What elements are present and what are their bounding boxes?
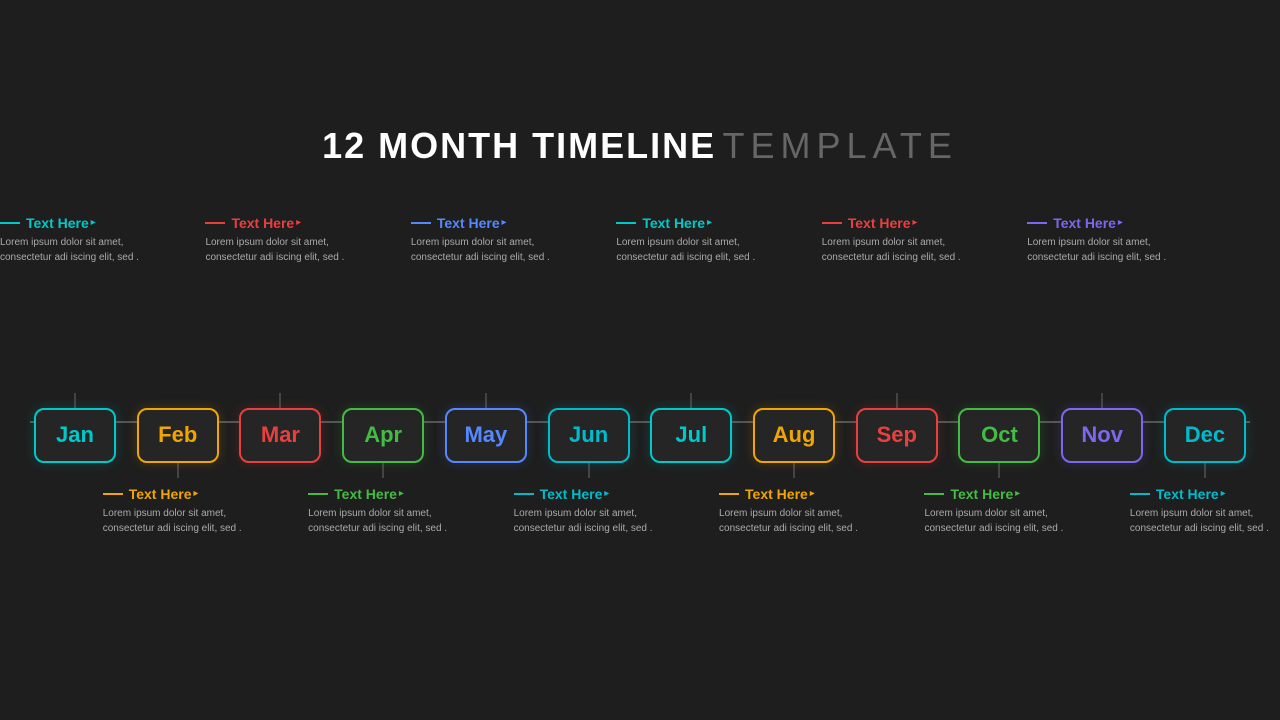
month-box-may: May (445, 408, 527, 463)
text-body-aug: Lorem ipsum dolor sit amet, consectetur … (719, 506, 869, 536)
page-title: 12 MONTH TIMELINE TEMPLATE (322, 125, 958, 167)
bottom-text-oct: Text Here Lorem ipsum dolor sit amet, co… (924, 486, 1074, 596)
bottom-text-feb: Text Here Lorem ipsum dolor sit amet, co… (103, 486, 253, 596)
text-body-apr: Lorem ipsum dolor sit amet, consectetur … (308, 506, 458, 536)
title-bold: 12 MONTH TIMELINE (322, 125, 716, 166)
months-row: Text Here Lorem ipsum dolor sit amet, co… (30, 215, 1250, 596)
text-body-mar: Lorem ipsum dolor sit amet, consectetur … (205, 235, 355, 265)
connector-mar (279, 393, 281, 408)
text-body-jul: Lorem ipsum dolor sit amet, consectetur … (616, 235, 766, 265)
top-text-jan: Text Here Lorem ipsum dolor sit amet, co… (0, 215, 150, 385)
text-body-jan: Lorem ipsum dolor sit amet, consectetur … (0, 235, 150, 265)
text-label-may: Text Here (411, 215, 561, 231)
text-label-sep: Text Here (822, 215, 972, 231)
text-body-oct: Lorem ipsum dolor sit amet, consectetur … (924, 506, 1074, 536)
text-body-nov: Lorem ipsum dolor sit amet, consectetur … (1027, 235, 1177, 265)
top-text-may: Text Here Lorem ipsum dolor sit amet, co… (411, 215, 561, 385)
bottom-text-aug: Text Here Lorem ipsum dolor sit amet, co… (719, 486, 869, 596)
text-label-jan: Text Here (0, 215, 150, 231)
month-box-nov: Nov (1061, 408, 1143, 463)
bottom-text-dec: Text Here Lorem ipsum dolor sit amet, co… (1130, 486, 1280, 596)
text-body-jun: Lorem ipsum dolor sit amet, consectetur … (514, 506, 664, 536)
text-label-jun: Text Here (514, 486, 664, 502)
text-label-nov: Text Here (1027, 215, 1177, 231)
text-label-jul: Text Here (616, 215, 766, 231)
text-label-oct: Text Here (924, 486, 1074, 502)
text-body-feb: Lorem ipsum dolor sit amet, consectetur … (103, 506, 253, 536)
top-text-sep: Text Here Lorem ipsum dolor sit amet, co… (822, 215, 972, 385)
connector-jun (588, 463, 590, 478)
connector-may (485, 393, 487, 408)
month-box-oct: Oct (958, 408, 1040, 463)
bottom-text-apr: Text Here Lorem ipsum dolor sit amet, co… (308, 486, 458, 596)
connector-nov (1101, 393, 1103, 408)
title-light: TEMPLATE (723, 125, 958, 166)
text-body-sep: Lorem ipsum dolor sit amet, consectetur … (822, 235, 972, 265)
text-label-aug: Text Here (719, 486, 869, 502)
top-text-jul: Text Here Lorem ipsum dolor sit amet, co… (616, 215, 766, 385)
connector-jan (74, 393, 76, 408)
month-box-feb: Feb (137, 408, 219, 463)
top-text-mar: Text Here Lorem ipsum dolor sit amet, co… (205, 215, 355, 385)
text-label-apr: Text Here (308, 486, 458, 502)
month-box-mar: Mar (239, 408, 321, 463)
month-box-jun: Jun (548, 408, 630, 463)
connector-jul (690, 393, 692, 408)
top-text-nov: Text Here Lorem ipsum dolor sit amet, co… (1027, 215, 1177, 385)
text-body-dec: Lorem ipsum dolor sit amet, consectetur … (1130, 506, 1280, 536)
connector-dec (1204, 463, 1206, 478)
connector-sep (896, 393, 898, 408)
text-label-feb: Text Here (103, 486, 253, 502)
month-box-jul: Jul (650, 408, 732, 463)
connector-apr (382, 463, 384, 478)
month-col-dec: Dec Text Here Lorem ipsum dolor sit amet… (1160, 215, 1250, 596)
month-box-jan: Jan (34, 408, 116, 463)
connector-feb (177, 463, 179, 478)
connector-oct (998, 463, 1000, 478)
text-body-may: Lorem ipsum dolor sit amet, consectetur … (411, 235, 561, 265)
text-label-dec: Text Here (1130, 486, 1280, 502)
bottom-text-jun: Text Here Lorem ipsum dolor sit amet, co… (514, 486, 664, 596)
text-label-mar: Text Here (205, 215, 355, 231)
timeline-container: Text Here Lorem ipsum dolor sit amet, co… (30, 215, 1250, 596)
month-box-dec: Dec (1164, 408, 1246, 463)
month-box-aug: Aug (753, 408, 835, 463)
month-box-sep: Sep (856, 408, 938, 463)
month-box-apr: Apr (342, 408, 424, 463)
connector-aug (793, 463, 795, 478)
